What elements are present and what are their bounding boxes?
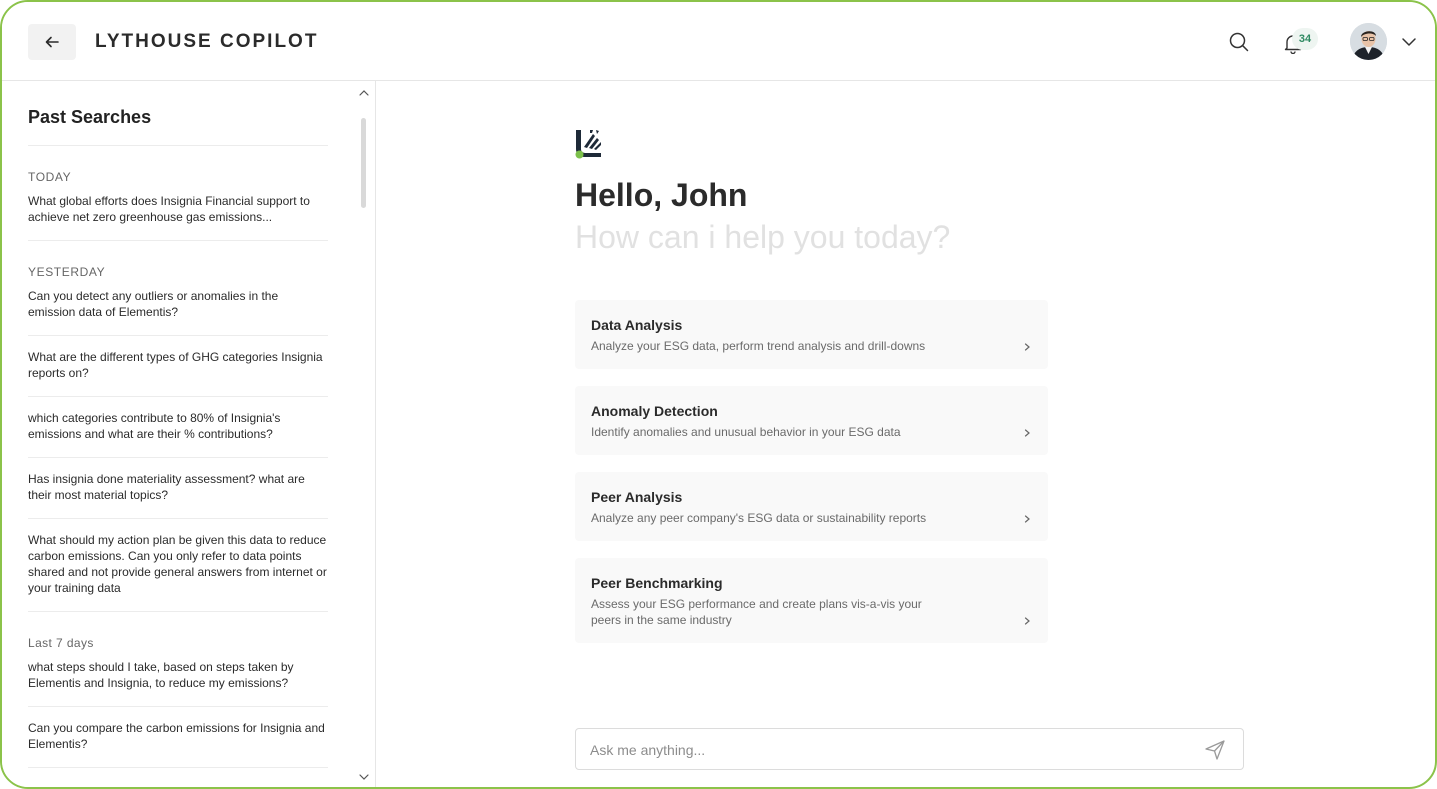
card-peer-benchmarking[interactable]: Peer Benchmarking Assess your ESG perfor… bbox=[575, 558, 1048, 643]
past-search-item[interactable]: What are the different types of GHG cate… bbox=[28, 336, 328, 397]
chevron-right-icon bbox=[1024, 617, 1030, 625]
arrow-left-icon bbox=[45, 36, 59, 48]
card-title: Peer Benchmarking bbox=[591, 575, 723, 591]
past-search-item[interactable]: What should my action plan be given this… bbox=[28, 519, 328, 612]
ask-input-box bbox=[575, 728, 1244, 770]
chevron-right-icon bbox=[1024, 343, 1030, 351]
past-search-item[interactable]: What global efforts does Insignia Financ… bbox=[28, 184, 328, 241]
ask-input[interactable] bbox=[590, 739, 1180, 761]
card-title: Data Analysis bbox=[591, 317, 683, 333]
card-anomaly-detection[interactable]: Anomaly Detection Identify anomalies and… bbox=[575, 386, 1048, 455]
card-data-analysis[interactable]: Data Analysis Analyze your ESG data, per… bbox=[575, 300, 1048, 369]
past-search-item[interactable]: Can you compare the carbon emissions for… bbox=[28, 707, 328, 768]
past-searches-sidebar: Past Searches TODAY What global efforts … bbox=[2, 81, 376, 787]
past-searches-list: Past Searches TODAY What global efforts … bbox=[28, 81, 328, 768]
past-searches-title: Past Searches bbox=[28, 107, 328, 146]
group-label-today: TODAY bbox=[28, 170, 72, 184]
chevron-right-icon bbox=[1024, 429, 1030, 437]
scroll-up-icon[interactable] bbox=[358, 87, 370, 99]
avatar-image bbox=[1350, 23, 1387, 60]
app-window: LYTHOUSE COPILOT 34 Past Searches TODAY … bbox=[0, 0, 1437, 789]
scrollbar-thumb[interactable] bbox=[361, 118, 366, 208]
user-avatar[interactable] bbox=[1350, 23, 1387, 60]
group-label-yesterday: YESTERDAY bbox=[28, 265, 106, 279]
card-description: Analyze your ESG data, perform trend ana… bbox=[591, 339, 926, 353]
notification-count-badge[interactable]: 34 bbox=[1292, 28, 1318, 50]
past-search-item[interactable]: which categories contribute to 80% of In… bbox=[28, 397, 328, 458]
lythouse-logo-icon bbox=[575, 130, 601, 159]
copilot-main: Hello, John How can i help you today? Da… bbox=[377, 81, 1435, 787]
past-search-item[interactable]: Has insignia done materiality assessment… bbox=[28, 458, 328, 519]
past-search-item[interactable]: Can you detect any outliers or anomalies… bbox=[28, 279, 328, 336]
scroll-down-icon[interactable] bbox=[358, 771, 370, 783]
group-label-last-7-days: Last 7 days bbox=[28, 636, 94, 650]
send-icon[interactable] bbox=[1204, 739, 1226, 761]
back-button[interactable] bbox=[28, 24, 76, 60]
card-description: Identify anomalies and unusual behavior … bbox=[591, 425, 901, 439]
card-peer-analysis[interactable]: Peer Analysis Analyze any peer company's… bbox=[575, 472, 1048, 541]
chevron-down-icon[interactable] bbox=[1400, 33, 1418, 51]
past-search-item[interactable]: what steps should I take, based on steps… bbox=[28, 650, 328, 707]
chevron-right-icon bbox=[1024, 515, 1030, 523]
greeting-subtitle: How can i help you today? bbox=[575, 219, 951, 255]
card-description: Analyze any peer company's ESG data or s… bbox=[591, 511, 927, 525]
app-title: LYTHOUSE COPILOT bbox=[95, 31, 319, 52]
card-title: Peer Analysis bbox=[591, 489, 683, 505]
greeting-heading: Hello, John bbox=[575, 177, 748, 213]
search-icon[interactable] bbox=[1228, 31, 1250, 53]
card-description: Assess your ESG performance and create p… bbox=[591, 597, 922, 627]
card-title: Anomaly Detection bbox=[591, 403, 718, 419]
top-header: LYTHOUSE COPILOT 34 bbox=[2, 2, 1435, 81]
